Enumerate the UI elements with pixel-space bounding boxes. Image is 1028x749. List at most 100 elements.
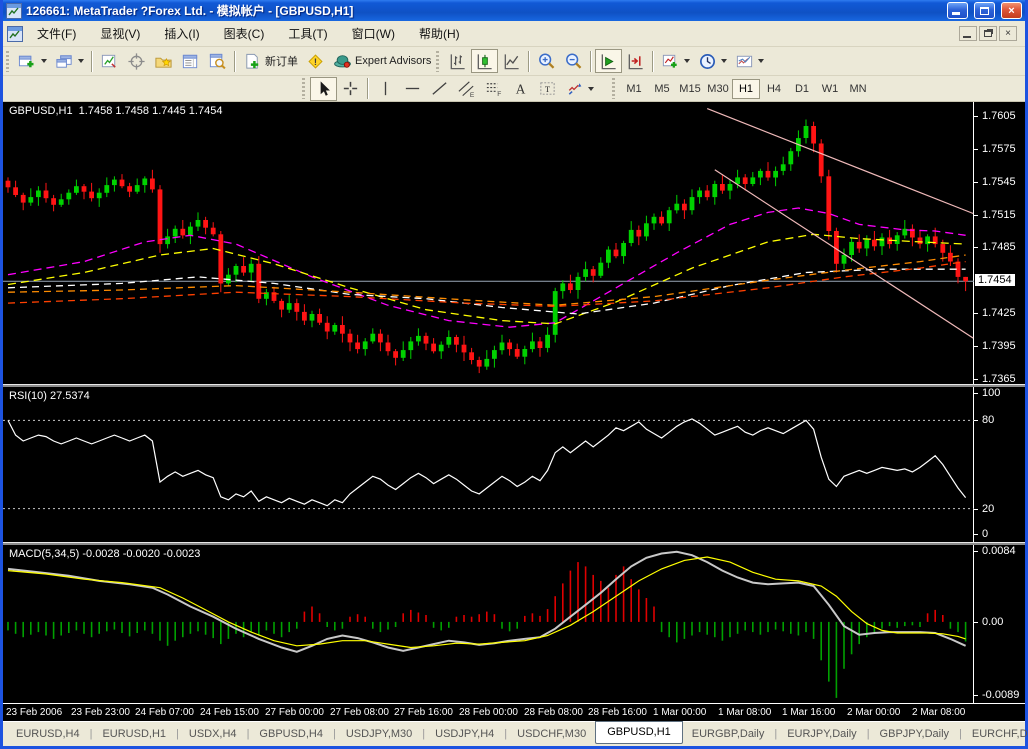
periods-button[interactable]	[694, 49, 731, 73]
chart-tab-eurjpy-daily[interactable]: EURJPY,Daily	[778, 725, 866, 743]
time-axis[interactable]: 23 Feb 200623 Feb 23:0024 Feb 07:0024 Fe…	[3, 703, 1025, 721]
toolbar-separator	[652, 51, 654, 72]
toolbar-separator	[91, 51, 93, 72]
toolbar-drag-handle[interactable]	[302, 78, 307, 99]
line-chart-button[interactable]	[498, 49, 525, 73]
mdi-restore-button[interactable]	[979, 26, 997, 41]
chart-tab-eurchf-daily[interactable]: EURCHF,Daily	[963, 725, 1028, 743]
crosshair-icon	[127, 52, 146, 71]
chart-tab-eurusd-h4[interactable]: EURUSD,H4	[7, 725, 89, 743]
macd-tick: -0.0089	[974, 689, 1019, 701]
macd-tick: 0.0084	[974, 545, 1016, 557]
market-watch-button[interactable]	[177, 49, 204, 73]
mdi-close-button[interactable]: ×	[999, 26, 1017, 41]
price-chart-pane[interactable]: GBPUSD,H1 1.7458 1.7458 1.7445 1.7454	[3, 102, 974, 384]
channel-button[interactable]: E	[453, 77, 480, 101]
vertical-line-button[interactable]	[372, 77, 399, 101]
candlestick-chart-button[interactable]	[471, 49, 498, 73]
menu-item-1[interactable]: 显视(V)	[88, 22, 152, 45]
horizontal-line-button[interactable]	[399, 77, 426, 101]
timeframe-button-d1[interactable]: D1	[788, 79, 816, 99]
menu-item-6[interactable]: 帮助(H)	[407, 22, 472, 45]
cursor-icon	[314, 79, 333, 98]
title-bar[interactable]: 126661: MetaTrader ?Forex Ltd. - 模拟帐户 - …	[3, 0, 1025, 21]
metaeditor-button[interactable]: !	[302, 49, 329, 73]
channel-icon: E	[457, 79, 476, 98]
mdi-minimize-button[interactable]	[959, 26, 977, 41]
periods-icon	[698, 52, 717, 71]
timeframe-button-m1[interactable]: M1	[620, 79, 648, 99]
templates-button[interactable]	[731, 49, 768, 73]
main-chart-canvas[interactable]	[3, 102, 974, 384]
macd-canvas[interactable]	[3, 545, 974, 703]
tick-chart-icon	[100, 52, 119, 71]
chart-workspace[interactable]: GBPUSD,H1 1.7458 1.7458 1.7445 1.7454 1.…	[3, 102, 1025, 746]
rsi-pane[interactable]: RSI(10) 27.5374	[3, 387, 974, 542]
new-order-button[interactable]: 新订单	[239, 49, 302, 73]
chart-shift-button[interactable]	[622, 49, 649, 73]
auto-scroll-button[interactable]	[595, 49, 622, 73]
menu-item-4[interactable]: 工具(T)	[276, 22, 339, 45]
cursor-tool-button[interactable]	[310, 77, 337, 101]
chart-tab-eurgbp-daily[interactable]: EURGBP,Daily	[683, 725, 774, 743]
zoom-in-button[interactable]	[533, 49, 560, 73]
close-button[interactable]: ×	[1001, 2, 1022, 19]
time-axis-label: 28 Feb 16:00	[588, 707, 647, 718]
text-button[interactable]: A	[507, 77, 534, 101]
tick-chart-button[interactable]	[96, 49, 123, 73]
timeframe-button-h4[interactable]: H4	[760, 79, 788, 99]
timeframe-button-m5[interactable]: M5	[648, 79, 676, 99]
timeframe-button-m15[interactable]: M15	[676, 79, 704, 99]
profiles-button[interactable]	[51, 49, 88, 73]
chart-tab-usdchf-m30[interactable]: USDCHF,M30	[508, 725, 595, 743]
time-axis-label: 2 Mar 00:00	[847, 707, 900, 718]
fibonacci-button[interactable]: F	[480, 77, 507, 101]
menu-item-0[interactable]: 文件(F)	[25, 22, 88, 45]
timeframe-button-w1[interactable]: W1	[816, 79, 844, 99]
rsi-canvas[interactable]	[3, 387, 974, 542]
text-label-button[interactable]: T	[534, 77, 561, 101]
menu-item-3[interactable]: 图表(C)	[212, 22, 277, 45]
chart-tab-gbpusd-h1[interactable]: GBPUSD,H1	[595, 721, 683, 744]
menu-item-2[interactable]: 插入(I)	[152, 22, 211, 45]
rsi-scale[interactable]: 10080200	[974, 387, 1025, 542]
text-label-icon: T	[538, 79, 557, 98]
toolbar-drag-handle[interactable]	[6, 51, 11, 72]
vline-icon	[376, 79, 395, 98]
macd-pane[interactable]: MACD(5,34,5) -0.0028 -0.0020 -0.0023	[3, 545, 974, 703]
ma-yellow	[8, 234, 966, 324]
indicators-button[interactable]	[657, 49, 694, 73]
favorites-button[interactable]	[150, 49, 177, 73]
chart-tab-gbpusd-h4[interactable]: GBPUSD,H4	[250, 725, 332, 743]
chart-tab-usdjpy-m30[interactable]: USDJPY,M30	[337, 725, 421, 743]
menu-bar: 文件(F)显视(V)插入(I)图表(C)工具(T)窗口(W)帮助(H) ×	[3, 21, 1025, 47]
chart-tab-usdjpy-h4[interactable]: USDJPY,H4	[426, 725, 503, 743]
bars-icon	[448, 52, 467, 71]
price-scale[interactable]: 1.76051.75751.75451.75151.74851.74251.73…	[974, 102, 1025, 384]
toolbar-separator	[367, 78, 369, 99]
crosshair-window-button[interactable]	[123, 49, 150, 73]
bar-chart-button[interactable]	[444, 49, 471, 73]
chart-tab-usdx-h4[interactable]: USDX,H4	[180, 725, 246, 743]
maximize-button[interactable]	[974, 2, 995, 19]
timeframe-button-mn[interactable]: MN	[844, 79, 872, 99]
rsi-label: RSI(10) 27.5374	[9, 390, 90, 402]
macd-scale[interactable]: 0.00840.00-0.0089	[974, 545, 1025, 703]
chart-tab-eurusd-h1[interactable]: EURUSD,H1	[93, 725, 175, 743]
toolbar-drag-handle[interactable]	[612, 78, 617, 99]
timeframe-button-h1[interactable]: H1	[732, 79, 760, 99]
expert-advisors-button[interactable]: Expert Advisors	[329, 49, 435, 73]
timeframe-button-m30[interactable]: M30	[704, 79, 732, 99]
arrows-button[interactable]	[561, 77, 598, 101]
zoom-out-button[interactable]	[560, 49, 587, 73]
crosshair-tool-button[interactable]	[337, 77, 364, 101]
time-axis-label: 23 Feb 23:00	[71, 707, 130, 718]
menu-item-5[interactable]: 窗口(W)	[340, 22, 407, 45]
chart-tab-gbpjpy-daily[interactable]: GBPJPY,Daily	[871, 725, 959, 743]
trendline-button[interactable]	[426, 77, 453, 101]
rsi-tick: 80	[974, 414, 994, 426]
minimize-button[interactable]	[947, 2, 968, 19]
new-chart-button[interactable]	[14, 49, 51, 73]
toolbar-drag-handle[interactable]	[436, 51, 441, 72]
navigator-button[interactable]	[204, 49, 231, 73]
